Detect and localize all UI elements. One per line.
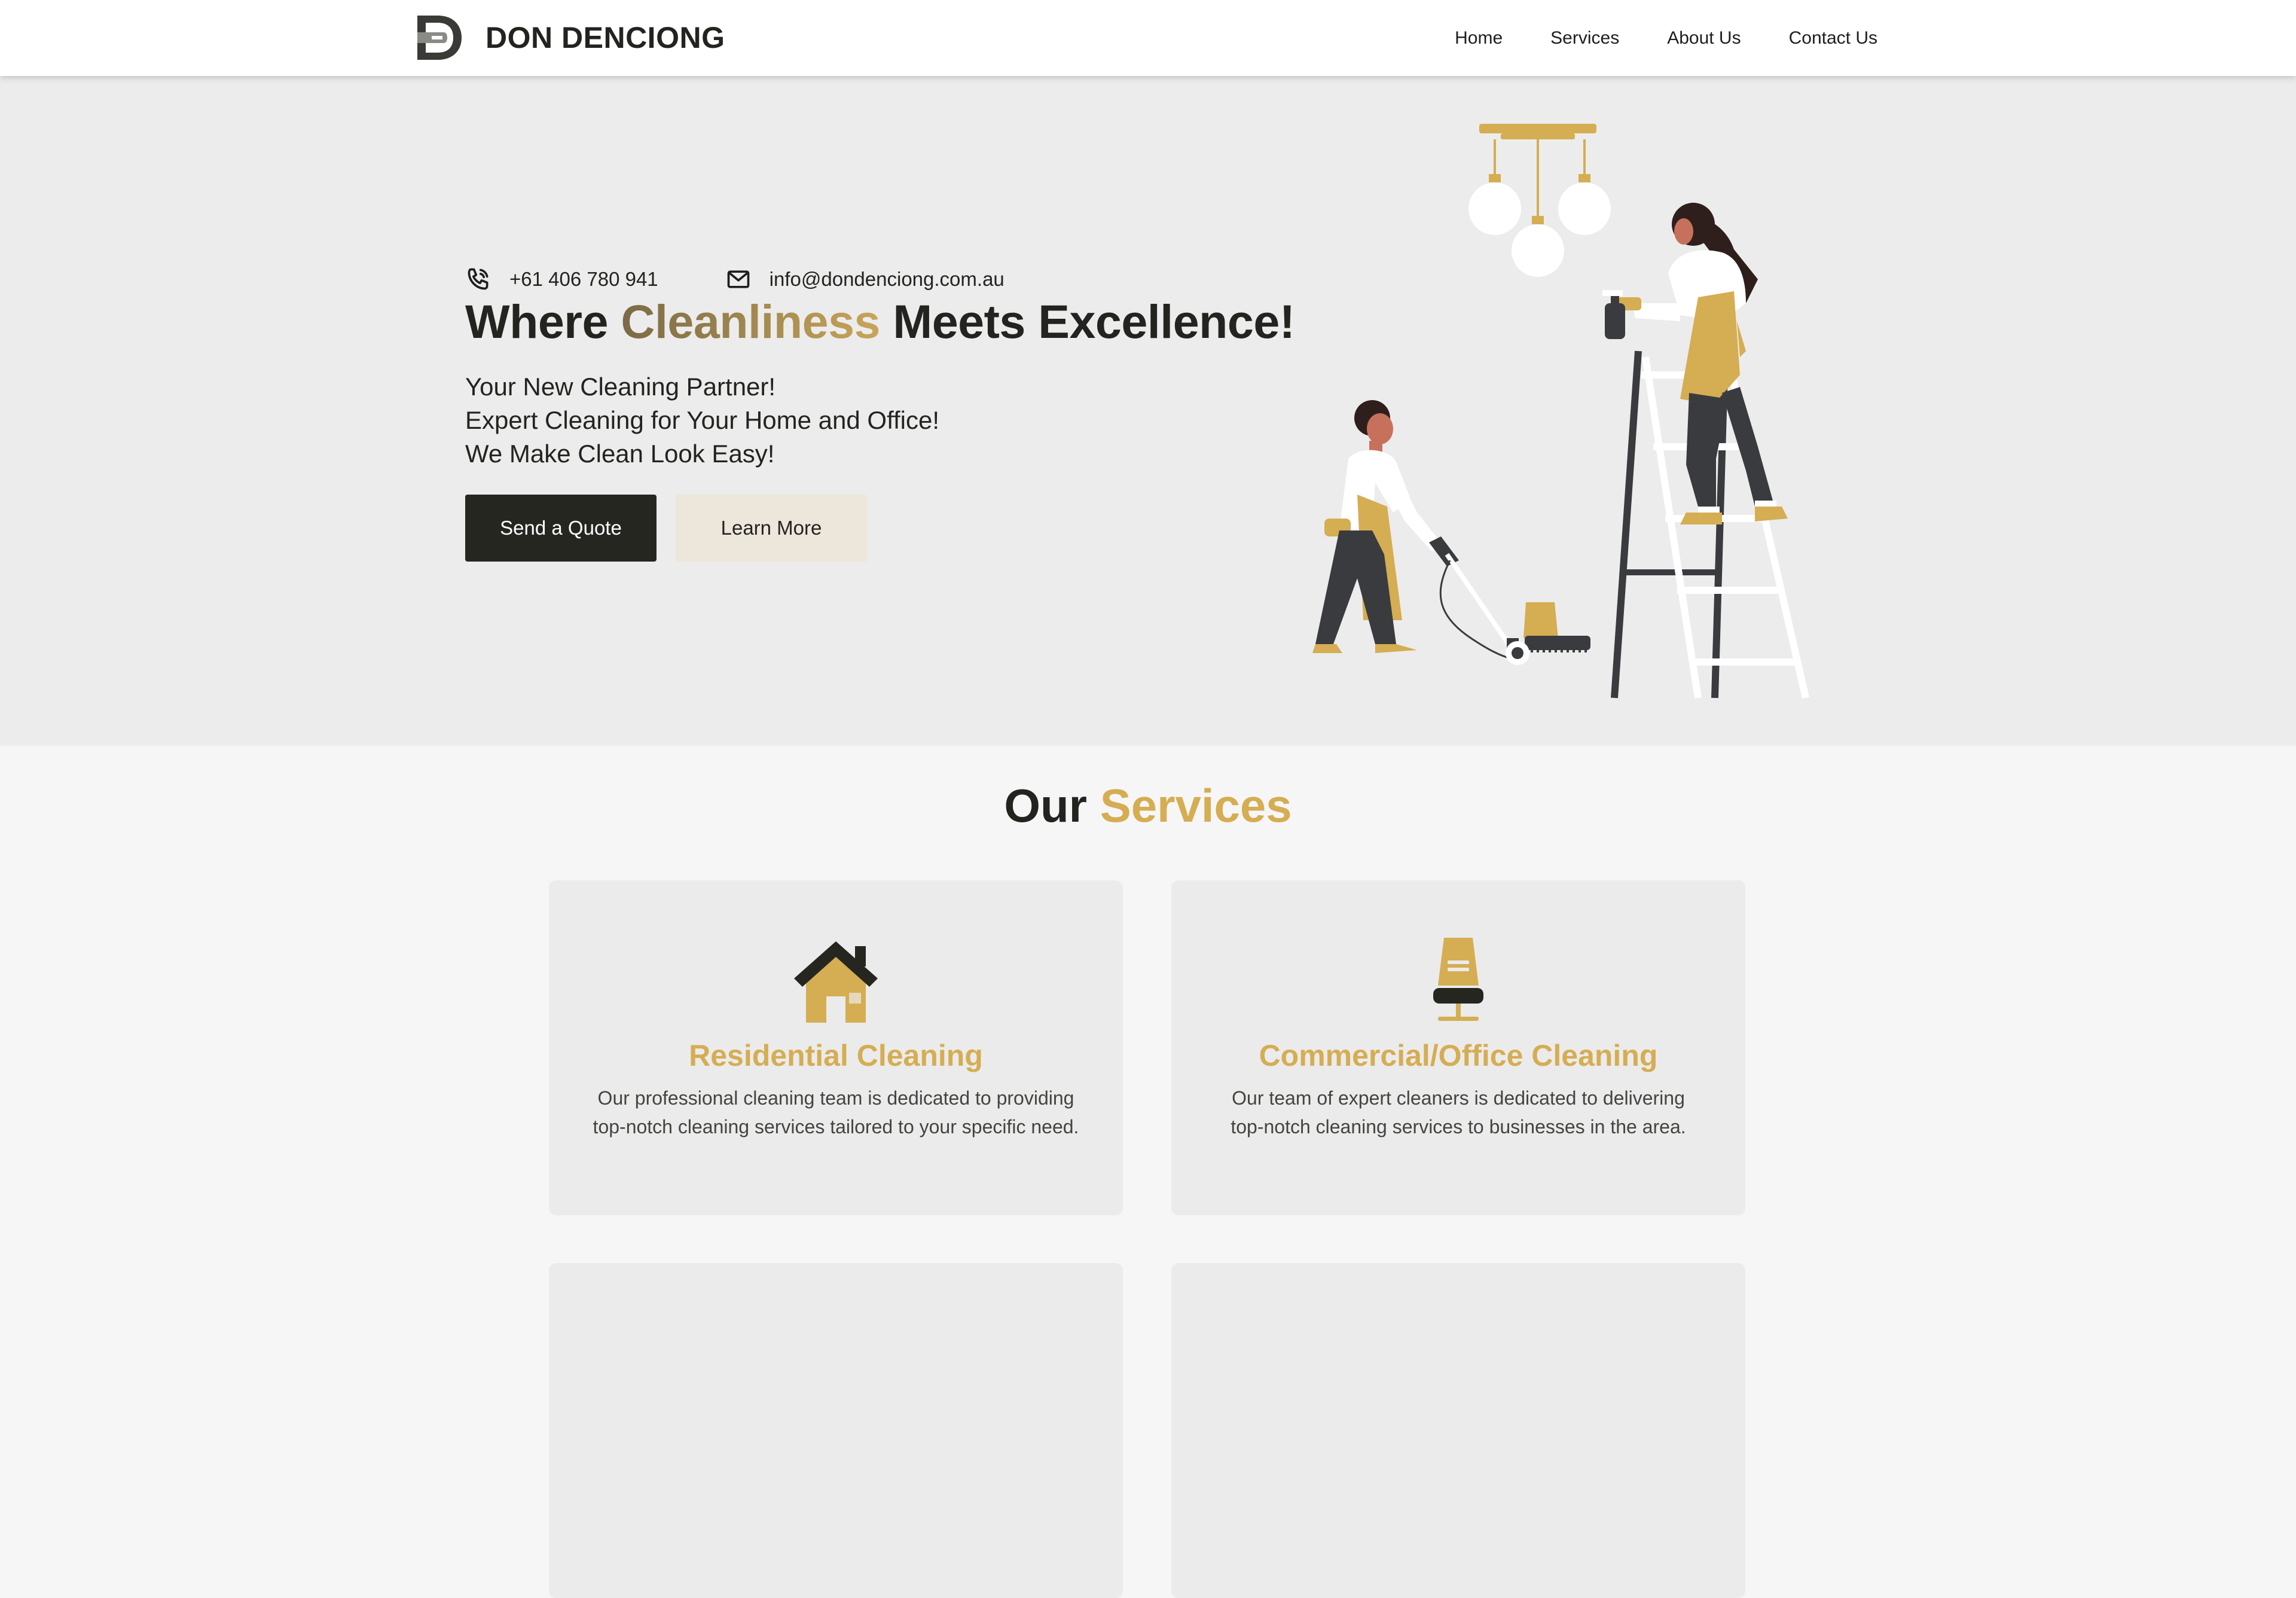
top-navigation-bar: DON DENCIONG Home Services About Us Cont… <box>0 0 2296 76</box>
hero-title: Where Cleanliness Meets Excellence! <box>465 294 1295 349</box>
chandelier-illustration <box>1468 124 1611 277</box>
phone-contact[interactable]: +61 406 780 941 <box>465 266 658 292</box>
service-card-description: Our team of expert cleaners is dedicated… <box>1231 1087 1686 1137</box>
hero-section: +61 406 780 941 info@dondenciong.com.au … <box>0 76 2296 746</box>
hero-tagline: Your New Cleaning Partner! <box>465 373 776 401</box>
brand[interactable]: DON DENCIONG <box>414 12 725 63</box>
contact-info: +61 406 780 941 info@dondenciong.com.au <box>465 261 1004 297</box>
nav-contact-us[interactable]: Contact Us <box>1789 28 1877 48</box>
hero-actions: Send a Quote Learn More <box>465 495 867 562</box>
send-quote-button[interactable]: Send a Quote <box>465 495 657 562</box>
main-nav: Home Services About Us Contact Us <box>1407 0 1877 76</box>
house-icon <box>794 941 878 1023</box>
brand-logo-icon <box>417 16 462 60</box>
nav-services[interactable]: Services <box>1550 28 1619 48</box>
learn-more-button[interactable]: Learn More <box>676 495 867 562</box>
phone-number: +61 406 780 941 <box>509 268 658 290</box>
mail-icon <box>727 270 750 288</box>
hero-title-accent: Cleanliness <box>621 295 880 348</box>
hero-title-start: Where <box>465 295 621 348</box>
service-card-description: Our professional cleaning team is dedica… <box>593 1087 1079 1137</box>
cleaners-illustration <box>1312 124 1809 699</box>
email-address: info@dondenciong.com.au <box>769 268 1004 290</box>
service-card-commercial[interactable]: Commercial/Office Cleaning Our team of e… <box>1171 880 1745 1215</box>
hero-title-end: Meets Excellence! <box>880 295 1295 348</box>
office-chair-icon <box>1433 938 1483 1021</box>
services-heading: Our Services <box>0 779 2296 833</box>
man-cleaner-illustration <box>1312 400 1590 665</box>
brand-name: DON DENCIONG <box>486 21 725 54</box>
service-card-residential[interactable]: Residential Cleaning Our professional cl… <box>549 880 1123 1215</box>
service-card-partial[interactable] <box>1171 1263 1745 1598</box>
hero-tagline: We Make Clean Look Easy! <box>465 440 775 468</box>
phone-icon <box>468 268 488 290</box>
hero-taglines: Your New Cleaning Partner! Expert Cleani… <box>465 370 939 471</box>
service-card-title: Commercial/Office Cleaning <box>1259 1039 1658 1072</box>
services-heading-accent: Services <box>1100 779 1292 832</box>
service-card-title: Residential Cleaning <box>689 1039 983 1072</box>
services-heading-start: Our <box>1004 779 1100 832</box>
services-section: Our Services Residential Cleaning Our pr… <box>0 746 2296 1598</box>
service-card-partial[interactable] <box>549 1263 1123 1598</box>
email-contact[interactable]: info@dondenciong.com.au <box>725 266 1004 292</box>
nav-home[interactable]: Home <box>1455 28 1503 48</box>
hero-tagline: Expert Cleaning for Your Home and Office… <box>465 406 940 434</box>
nav-about-us[interactable]: About Us <box>1667 28 1741 48</box>
